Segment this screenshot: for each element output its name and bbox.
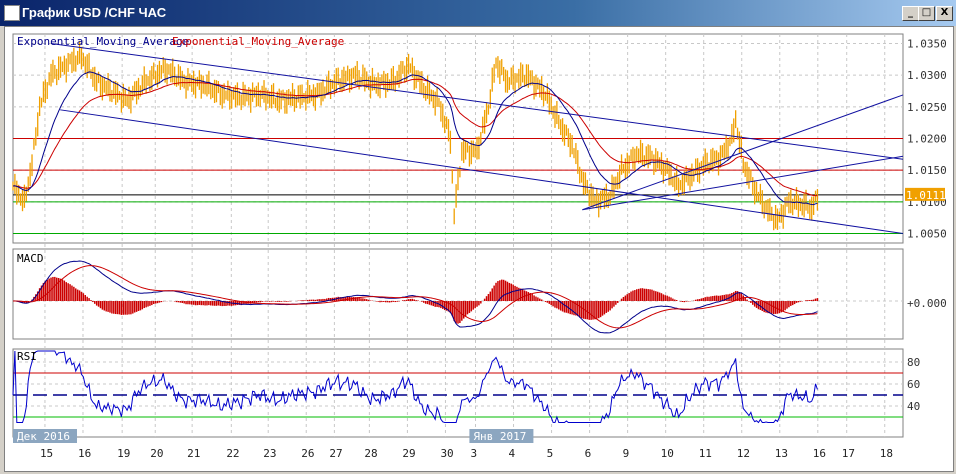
date-label: 23: [263, 447, 276, 460]
rsi-tick: 80: [907, 356, 920, 369]
date-label: 29: [402, 447, 415, 460]
date-label: 9: [623, 447, 630, 460]
date-label: 15: [40, 447, 53, 460]
date-label: 19: [117, 447, 130, 460]
macd-label: MACD: [17, 252, 44, 265]
date-label: 11: [699, 447, 712, 460]
legend-ema-slow: Exponential_Moving_Average: [172, 35, 344, 48]
date-label: 26: [301, 447, 314, 460]
date-label: 30: [440, 447, 453, 460]
date-label: 16: [78, 447, 91, 460]
date-label: 4: [509, 447, 516, 460]
price-tick: 1.0050: [907, 228, 947, 241]
date-label: 27: [329, 447, 342, 460]
date-label: 3: [470, 447, 477, 460]
date-label: 28: [364, 447, 377, 460]
date-label: 17: [842, 447, 855, 460]
last-price-label: 1.0111: [906, 189, 946, 202]
date-label: 12: [737, 447, 750, 460]
date-label: 18: [880, 447, 893, 460]
price-tick: 1.0250: [907, 101, 947, 114]
date-label: 20: [150, 447, 163, 460]
month-label: Янв 2017: [473, 430, 526, 443]
date-label: 6: [585, 447, 592, 460]
date-label: 5: [547, 447, 554, 460]
macd-zero-tick: +0.000: [907, 297, 947, 310]
date-label: 13: [775, 447, 788, 460]
price-tick: 1.0200: [907, 133, 947, 146]
date-label: 21: [187, 447, 200, 460]
legend-ema-fast: Exponential_Moving_Average: [17, 35, 189, 48]
chart-svg[interactable]: 15 16 19 20 21 22 23 26 27 28 29 30 3 4 5 6 9 10 11 12 13 16 1…: [0, 0, 956, 474]
month-label: Дек 2016: [17, 430, 70, 443]
date-label: 22: [226, 447, 239, 460]
price-tick: 1.0150: [907, 164, 947, 177]
rsi-label: RSI: [17, 350, 37, 363]
rsi-tick: 40: [907, 400, 920, 413]
rsi-tick: 60: [907, 378, 920, 391]
date-label: 16: [813, 447, 826, 460]
price-tick: 1.0350: [907, 38, 947, 51]
price-tick: 1.0300: [907, 69, 947, 82]
date-label: 10: [661, 447, 674, 460]
